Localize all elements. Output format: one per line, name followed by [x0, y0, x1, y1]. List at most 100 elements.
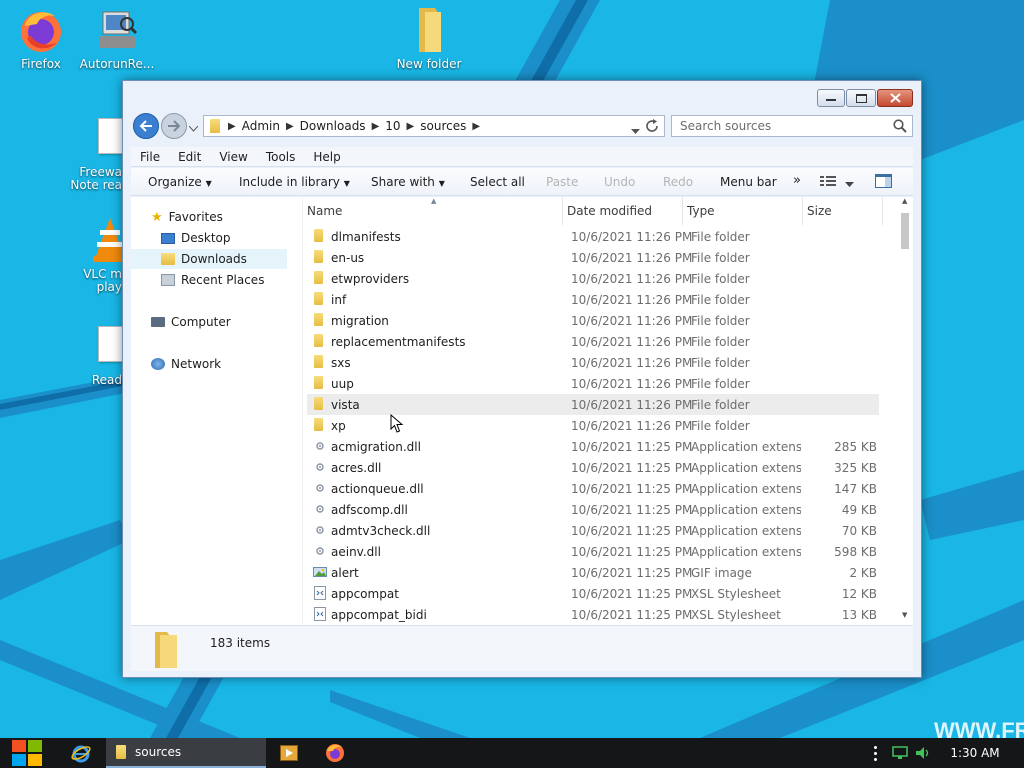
file-row[interactable]: adfscomp.dll 10/6/2021 11:25 PM Applicatio…	[307, 499, 879, 520]
taskbar-media-player[interactable]	[270, 738, 308, 768]
desktop-icon-label: New folder	[396, 57, 462, 71]
include-in-library-button[interactable]: Include in library ▼	[239, 175, 350, 189]
desktop-icon-read[interactable]: Read	[66, 322, 124, 387]
refresh-button[interactable]	[646, 119, 659, 136]
tray-network[interactable]	[890, 738, 910, 768]
dll-file-icon	[313, 460, 327, 474]
desktop-icon-firefox[interactable]: Firefox	[0, 6, 82, 71]
breadcrumb-separator[interactable]: ▶	[286, 121, 294, 132]
folder-icon	[210, 119, 220, 133]
address-bar[interactable]: ▶ Admin ▶ Downloads ▶ 10 ▶ sources ▶	[203, 115, 665, 137]
column-header-date-modified[interactable]: Date modified	[563, 197, 683, 225]
file-row[interactable]: replacementmanifests 10/6/2021 11:26 PM Fi…	[307, 331, 879, 352]
file-row[interactable]: en-us 10/6/2021 11:26 PM File folder	[307, 247, 879, 268]
nav-desktop[interactable]: Desktop	[161, 228, 231, 248]
file-row[interactable]: uup 10/6/2021 11:26 PM File folder	[307, 373, 879, 394]
tray-overflow-button[interactable]	[866, 738, 884, 768]
change-view-button[interactable]	[820, 175, 836, 190]
file-row[interactable]: appcompat 10/6/2021 11:25 PM XSL Styleshee…	[307, 583, 879, 604]
breadcrumb-downloads[interactable]: Downloads	[300, 119, 366, 133]
nav-computer[interactable]: Computer	[151, 312, 231, 332]
column-header-name[interactable]: Name	[307, 197, 563, 225]
select-all-button[interactable]: Select all	[470, 175, 525, 189]
menu-tools[interactable]: Tools	[257, 150, 305, 164]
file-row[interactable]: alert 10/6/2021 11:25 PM GIF image 2 KB	[307, 562, 879, 583]
network-icon	[151, 358, 165, 370]
file-row[interactable]: vista 10/6/2021 11:26 PM File folder	[307, 394, 879, 415]
desktop-icon-freeware[interactable]: Freewa Note rea	[66, 114, 124, 192]
file-row[interactable]: appcompat_bidi 10/6/2021 11:25 PM XSL Styl…	[307, 604, 879, 625]
column-header-size[interactable]: Size	[803, 197, 883, 225]
scrollbar-thumb[interactable]	[901, 213, 909, 249]
file-row[interactable]: actionqueue.dll 10/6/2021 11:25 PM Applica…	[307, 478, 879, 499]
desktop-icon-vlc[interactable]: VLC m play	[66, 216, 127, 294]
file-size: 2 KB	[849, 566, 877, 580]
breadcrumb-10[interactable]: 10	[385, 119, 400, 133]
file-size: 325 KB	[834, 461, 877, 475]
file-row[interactable]: acmigration.dll 10/6/2021 11:25 PM Applica…	[307, 436, 879, 457]
maximize-button[interactable]	[846, 89, 876, 107]
recent-locations-dropdown[interactable]	[188, 121, 199, 135]
breadcrumb-sources[interactable]: sources	[420, 119, 466, 133]
nav-recent-places[interactable]: Recent Places	[161, 270, 264, 290]
nav-favorites[interactable]: ★ Favorites	[151, 207, 223, 227]
forward-button[interactable]	[161, 113, 187, 139]
file-row[interactable]: acres.dll 10/6/2021 11:25 PM Application e…	[307, 457, 879, 478]
scroll-down-icon[interactable]: ▼	[902, 611, 907, 619]
dll-file-icon	[313, 502, 327, 516]
taskbar-explorer-sources[interactable]: sources	[106, 738, 266, 768]
paste-button[interactable]: Paste	[546, 175, 578, 189]
clock[interactable]: 1:30 AM	[940, 738, 1010, 768]
desktop-icon-autorunre[interactable]: AutorunRe...	[76, 6, 158, 71]
folder-icon	[405, 6, 453, 54]
xsl-file-icon	[313, 607, 327, 621]
forward-arrow-icon	[168, 120, 181, 132]
file-type: File folder	[691, 314, 750, 328]
menu-edit[interactable]: Edit	[169, 150, 210, 164]
menu-view[interactable]: View	[210, 150, 256, 164]
close-button[interactable]	[877, 89, 913, 107]
desktop-icon-new-folder[interactable]: New folder	[388, 6, 470, 71]
breadcrumb-admin[interactable]: Admin	[242, 119, 280, 133]
start-button[interactable]	[0, 738, 54, 768]
search-input[interactable]: Search sources	[671, 115, 913, 137]
nav-downloads[interactable]: Downloads	[131, 249, 287, 269]
taskbar-internet-explorer[interactable]	[60, 738, 102, 768]
file-row[interactable]: inf 10/6/2021 11:26 PM File folder	[307, 289, 879, 310]
breadcrumb-separator[interactable]: ▶	[372, 121, 380, 132]
file-row[interactable]: aeinv.dll 10/6/2021 11:25 PM Application e…	[307, 541, 879, 562]
breadcrumb-separator[interactable]: ▶	[472, 121, 480, 132]
redo-button[interactable]: Redo	[663, 175, 693, 189]
breadcrumb-separator[interactable]: ▶	[228, 121, 236, 132]
tray-volume[interactable]	[912, 738, 934, 768]
organize-button[interactable]: Organize ▼	[148, 175, 212, 189]
file-list: ▲ Name Date modified Type Size dlmanifes…	[307, 197, 913, 625]
menu-bar-button[interactable]: Menu bar	[720, 175, 777, 189]
search-icon[interactable]	[893, 119, 907, 136]
preview-pane-button[interactable]	[875, 174, 892, 191]
address-history-dropdown[interactable]	[631, 124, 640, 138]
view-options-dropdown[interactable]	[845, 177, 854, 191]
minimize-button[interactable]	[817, 89, 845, 107]
menu-file[interactable]: File	[131, 150, 169, 164]
undo-button[interactable]: Undo	[604, 175, 635, 189]
back-button[interactable]	[133, 113, 159, 139]
file-row[interactable]: dlmanifests 10/6/2021 11:26 PM File folder	[307, 226, 879, 247]
share-with-button[interactable]: Share with ▼	[371, 175, 445, 189]
file-row[interactable]: admtv3check.dll 10/6/2021 11:25 PM Applica…	[307, 520, 879, 541]
breadcrumb-separator[interactable]: ▶	[407, 121, 415, 132]
navigation-pane: ★ Favorites Desktop Downloads Recent Pla…	[131, 197, 303, 625]
folder-icon	[314, 313, 323, 326]
taskbar-firefox[interactable]	[316, 738, 354, 768]
file-row[interactable]: etwproviders 10/6/2021 11:26 PM File folde…	[307, 268, 879, 289]
menu-help[interactable]: Help	[304, 150, 349, 164]
file-row[interactable]: migration 10/6/2021 11:26 PM File folder	[307, 310, 879, 331]
column-header-type[interactable]: Type	[683, 197, 803, 225]
file-name: admtv3check.dll	[331, 524, 431, 538]
nav-network[interactable]: Network	[151, 354, 221, 374]
vertical-scrollbar[interactable]: ▲ ▼	[897, 197, 913, 625]
file-row[interactable]: sxs 10/6/2021 11:26 PM File folder	[307, 352, 879, 373]
preview-pane-icon	[875, 174, 892, 188]
scroll-up-icon[interactable]: ▲	[902, 197, 907, 205]
more-commands-button[interactable]: »	[793, 173, 801, 188]
